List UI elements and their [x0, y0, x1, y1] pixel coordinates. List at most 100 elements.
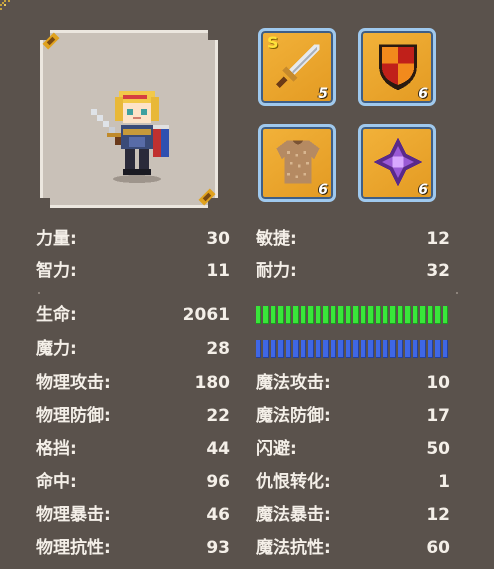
bar-segment: [390, 340, 396, 358]
bar-segment: [375, 340, 381, 358]
bar-segment: [263, 340, 269, 358]
stat-value: 50: [426, 439, 450, 459]
bar-segment: [338, 340, 344, 358]
stat-value: 32: [426, 261, 450, 281]
bar-segment: [390, 306, 396, 324]
divider-dot: [38, 292, 40, 294]
bar-segment: [256, 306, 262, 324]
stat-label: 智力:: [36, 261, 77, 281]
stat-label: 力量:: [36, 229, 77, 249]
stat-label: 物理抗性:: [36, 538, 111, 558]
stat-label: 魔法攻击:: [256, 373, 331, 393]
bar-segment: [397, 306, 404, 324]
stat-label: 魔法暴击:: [256, 505, 331, 525]
bar-segment: [382, 306, 389, 324]
bar-segment: [442, 340, 449, 358]
bar-segment: [323, 340, 329, 358]
equipment-slot-armor[interactable]: 6: [258, 124, 336, 202]
bar-segment: [360, 306, 367, 324]
stat-value: 22: [206, 406, 230, 426]
portrait-corner-badge-icon: [42, 32, 60, 50]
shield-icon: [379, 44, 417, 91]
bar-segment: [368, 340, 374, 358]
stat-value: 17: [426, 406, 450, 426]
equipment-slot-shield[interactable]: 6: [358, 28, 436, 106]
bar-segment: [345, 340, 352, 358]
stat-row: 物理抗性: 93: [36, 535, 230, 561]
stat-row: 格挡: 44: [36, 436, 230, 462]
stat-agility: 敏捷: 12: [256, 226, 450, 252]
bar-segment: [308, 306, 314, 324]
bar-segment: [330, 340, 337, 358]
rarity-mark: S: [267, 33, 279, 52]
stat-stamina: 耐力: 32: [256, 258, 450, 284]
character-portrait[interactable]: [40, 30, 218, 208]
bar-segment: [293, 306, 299, 324]
stat-label: 物理暴击:: [36, 505, 111, 525]
equipment-slot-accessory[interactable]: 6: [358, 124, 436, 202]
equipment-slot-weapon[interactable]: S 5: [258, 28, 336, 106]
stat-mp: 魔力: 28: [36, 336, 230, 362]
stat-value: 12: [426, 505, 450, 525]
bar-segment: [420, 340, 426, 358]
purple-gem-accessory-icon: [373, 137, 423, 187]
bar-segment: [405, 340, 411, 358]
bar-segment: [353, 340, 359, 358]
bar-segment: [285, 306, 292, 324]
stat-value: 30: [206, 229, 230, 249]
stat-label: 生命:: [36, 305, 77, 325]
chainmail-armor-icon: [276, 140, 320, 184]
bar-segment: [278, 340, 284, 358]
bar-segment: [442, 306, 449, 324]
divider-dot: [456, 292, 458, 294]
bar-segment: [412, 340, 419, 358]
stat-label: 格挡:: [36, 439, 77, 459]
stat-label: 物理防御:: [36, 406, 111, 426]
bar-segment: [435, 306, 441, 324]
stat-value: 60: [426, 538, 450, 558]
stat-label: 命中:: [36, 472, 77, 492]
item-level: 6: [418, 182, 428, 198]
bar-segment: [285, 340, 292, 358]
stat-value: 11: [206, 261, 230, 281]
bar-segment: [300, 306, 307, 324]
bar-segment: [382, 340, 389, 358]
bar-segment: [427, 340, 434, 358]
stat-strength: 力量: 30: [36, 226, 230, 252]
stat-row: 物理暴击: 46: [36, 502, 230, 528]
bar-segment: [308, 340, 314, 358]
bar-segment: [405, 306, 411, 324]
bar-segment: [323, 306, 329, 324]
bar-segment: [293, 340, 299, 358]
bar-segment: [270, 340, 277, 358]
bar-segment: [338, 306, 344, 324]
mp-bar: [256, 340, 449, 358]
stat-label: 闪避:: [256, 439, 297, 459]
stat-label: 物理攻击:: [36, 373, 111, 393]
bar-segment: [412, 306, 419, 324]
stat-value: 93: [206, 538, 230, 558]
bar-segment: [420, 306, 426, 324]
bar-segment: [263, 306, 269, 324]
stat-value: 2061: [182, 305, 230, 325]
bar-segment: [353, 306, 359, 324]
stat-label: 耐力:: [256, 261, 297, 281]
stat-row: 命中: 96: [36, 469, 230, 495]
stat-row: 闪避: 50: [256, 436, 450, 462]
stat-value: 96: [206, 472, 230, 492]
bar-segment: [375, 306, 381, 324]
stat-value: 12: [426, 229, 450, 249]
portrait-corner-badge-icon: [198, 188, 216, 206]
stat-row: 魔法抗性: 60: [256, 535, 450, 561]
stat-row: 魔法防御: 17: [256, 403, 450, 429]
bar-segment: [360, 340, 367, 358]
bar-segment: [397, 340, 404, 358]
stat-row: 魔法暴击: 12: [256, 502, 450, 528]
stat-hp: 生命: 2061: [36, 302, 230, 328]
stat-label: 魔法抗性:: [256, 538, 331, 558]
stat-value: 10: [426, 373, 450, 393]
stat-value: 180: [194, 373, 231, 393]
hp-bar: [256, 306, 449, 324]
stat-row: 仇恨转化: 1: [256, 469, 450, 495]
item-level: 5: [318, 86, 328, 102]
